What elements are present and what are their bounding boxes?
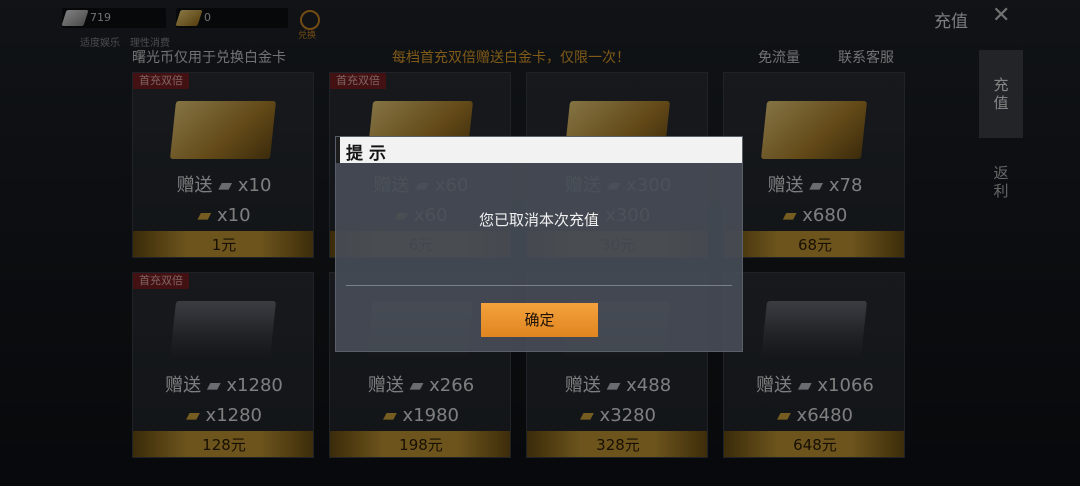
dialog-title: 提示 xyxy=(346,144,392,164)
dialog-header: 提示 xyxy=(336,137,742,164)
dialog-message: 您已取消本次充值 xyxy=(478,211,599,229)
confirm-button[interactable]: 确定 xyxy=(481,303,598,337)
dialog-divider xyxy=(346,285,732,286)
alert-dialog: 提示 您已取消本次充值 确定 xyxy=(335,136,743,352)
dialog-accent-bar xyxy=(336,137,340,163)
